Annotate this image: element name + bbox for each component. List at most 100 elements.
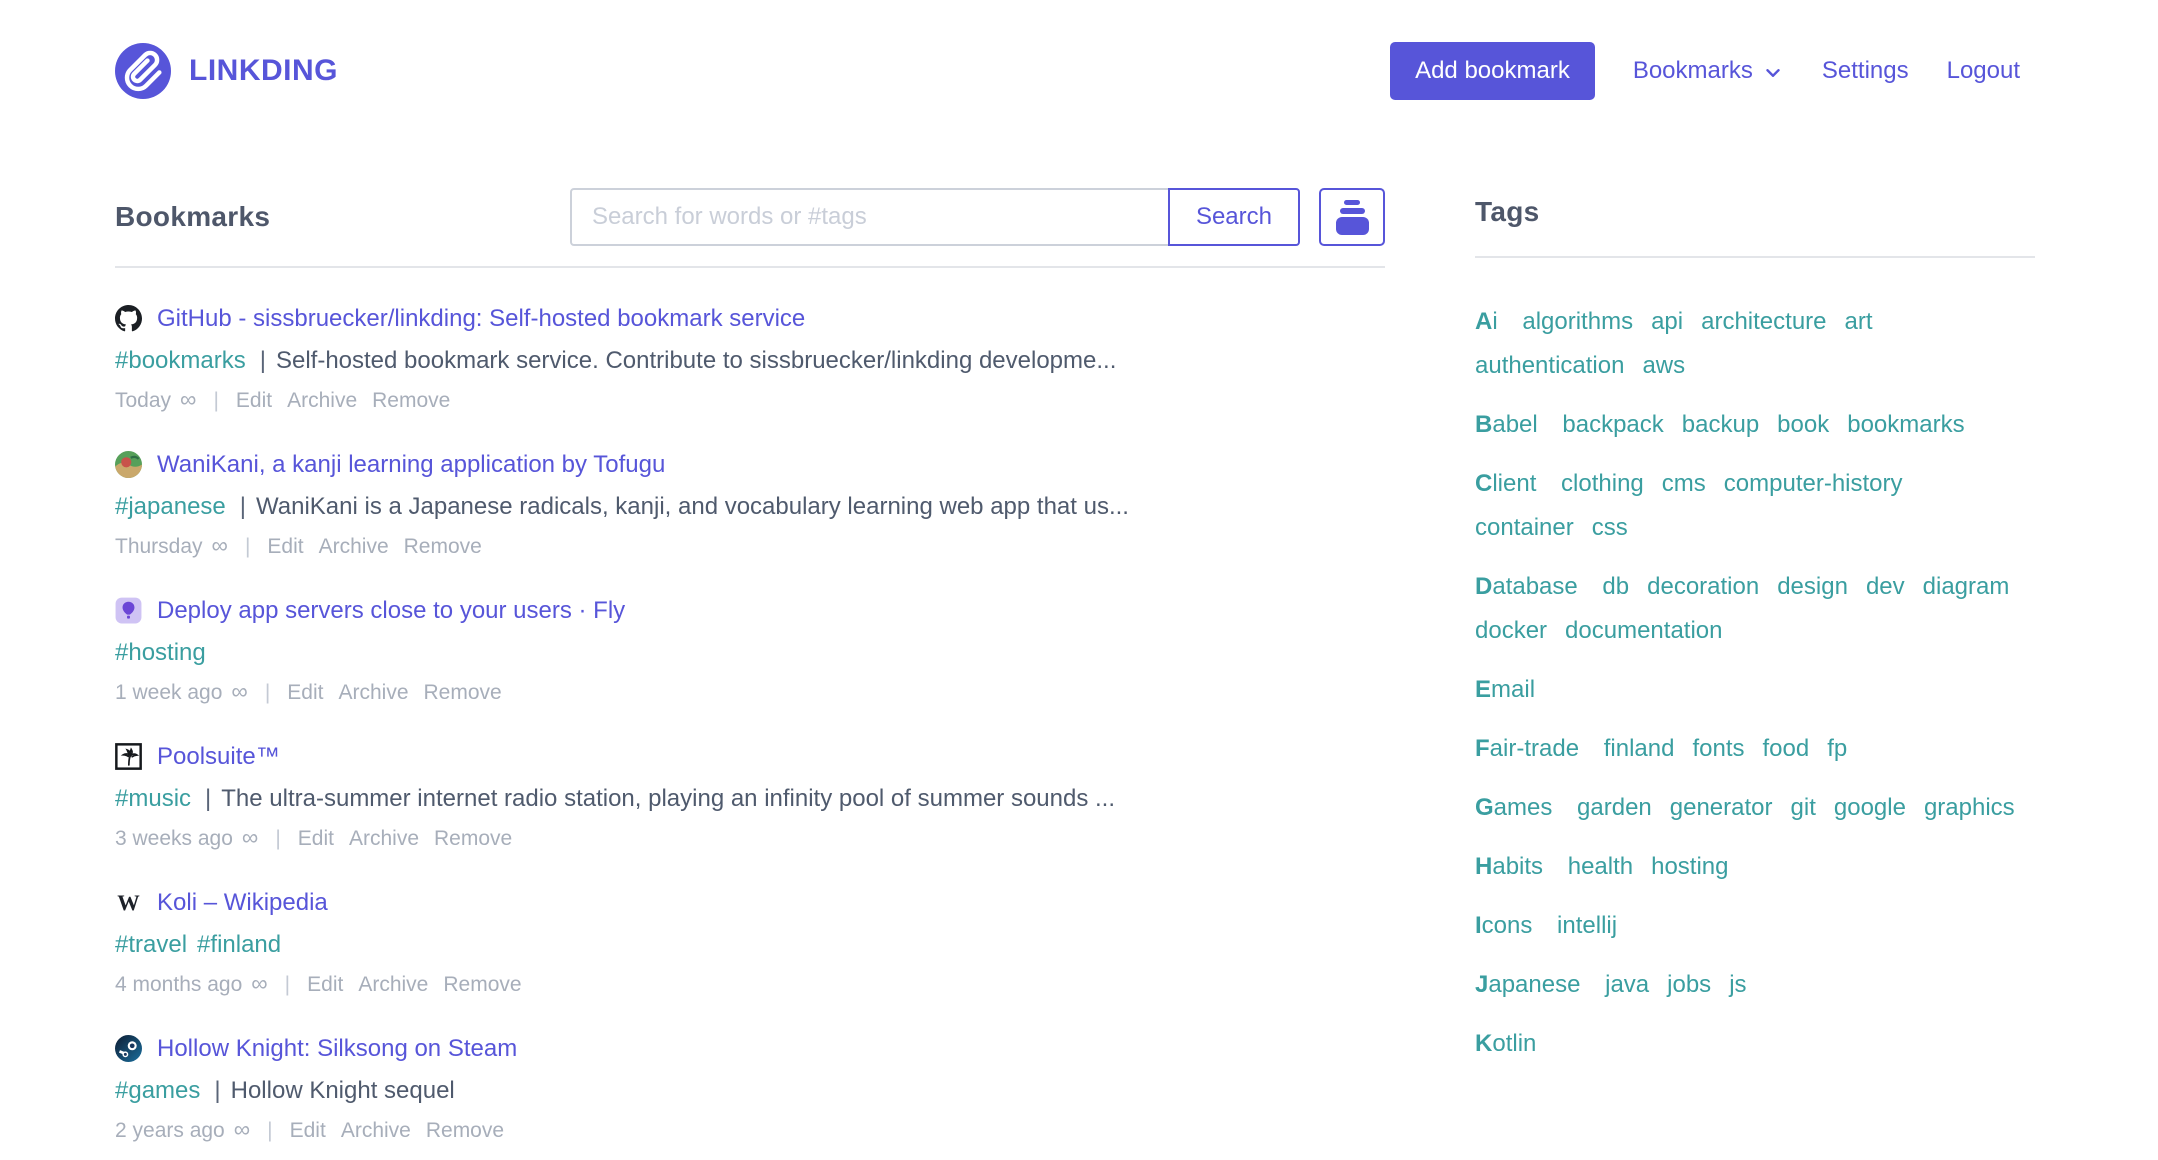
wayback-link[interactable]: ∞: [180, 386, 196, 413]
tag-link[interactable]: Email: [1475, 668, 1535, 712]
wayback-link[interactable]: ∞: [251, 970, 267, 997]
tag-link[interactable]: Client: [1475, 462, 1536, 506]
tag-link[interactable]: js: [1729, 963, 1746, 1007]
tag-link[interactable]: Icons: [1475, 904, 1532, 948]
tag-link[interactable]: Games: [1475, 786, 1552, 830]
tag-link[interactable]: git: [1791, 786, 1816, 830]
bookmark-tag-link[interactable]: #japanese: [115, 493, 226, 520]
tag-link[interactable]: aws: [1642, 344, 1685, 388]
tag-link[interactable]: finland: [1604, 727, 1675, 771]
bookmark-tag-link[interactable]: #hosting: [115, 639, 206, 666]
wayback-link[interactable]: ∞: [242, 824, 258, 851]
bookmark-title-link[interactable]: GitHub - sissbruecker/linkding: Self-hos…: [157, 302, 805, 335]
tag-link[interactable]: documentation: [1565, 609, 1722, 653]
tag-group-initial: F: [1475, 735, 1490, 762]
remove-link[interactable]: Remove: [443, 973, 521, 997]
wayback-link[interactable]: ∞: [212, 532, 228, 559]
edit-link[interactable]: Edit: [307, 973, 343, 997]
search-button[interactable]: Search: [1168, 188, 1300, 246]
tag-link[interactable]: bookmarks: [1847, 403, 1964, 447]
tag-link[interactable]: algorithms: [1522, 300, 1633, 344]
tag-link[interactable]: art: [1845, 300, 1873, 344]
tag-link[interactable]: clothing: [1561, 462, 1644, 506]
nav-settings[interactable]: Settings: [1822, 57, 1909, 85]
bookmark-meta-row: 2 years ago∞|EditArchiveRemove: [115, 1116, 1385, 1143]
tag-link[interactable]: computer-history: [1724, 462, 1903, 506]
archive-link[interactable]: Archive: [319, 535, 389, 559]
tag-link[interactable]: Ai: [1475, 300, 1498, 344]
bookmark-title-link[interactable]: Hollow Knight: Silksong on Steam: [157, 1032, 517, 1065]
tag-link[interactable]: design: [1777, 565, 1848, 609]
tag-link[interactable]: graphics: [1924, 786, 2015, 830]
wayback-link[interactable]: ∞: [231, 678, 247, 705]
tag-link[interactable]: db: [1602, 565, 1629, 609]
remove-link[interactable]: Remove: [372, 389, 450, 413]
divider: [115, 266, 1385, 268]
archived-bookmarks-button[interactable]: [1319, 188, 1385, 246]
bookmark-meta-row: 3 weeks ago∞|EditArchiveRemove: [115, 824, 1385, 851]
brand-name: LINKDING: [189, 54, 338, 88]
bookmark-title-link[interactable]: Deploy app servers close to your users ·…: [157, 594, 625, 627]
edit-link[interactable]: Edit: [290, 1119, 326, 1143]
tag-link[interactable]: docker: [1475, 609, 1547, 653]
tag-link[interactable]: java: [1605, 963, 1649, 1007]
bookmark-tag-link[interactable]: #bookmarks: [115, 347, 246, 374]
tag-link[interactable]: garden: [1577, 786, 1652, 830]
tag-link[interactable]: hosting: [1651, 845, 1728, 889]
tag-link[interactable]: Habits: [1475, 845, 1543, 889]
tag-link[interactable]: Japanese: [1475, 963, 1580, 1007]
edit-link[interactable]: Edit: [287, 681, 323, 705]
tag-link[interactable]: Database: [1475, 565, 1578, 609]
tag-link[interactable]: architecture: [1701, 300, 1826, 344]
edit-link[interactable]: Edit: [267, 535, 303, 559]
tag-link[interactable]: food: [1762, 727, 1809, 771]
tag-group-initial: G: [1475, 794, 1494, 821]
archive-link[interactable]: Archive: [338, 681, 408, 705]
bookmark-tag-link[interactable]: #games: [115, 1077, 200, 1104]
tag-link[interactable]: fp: [1827, 727, 1847, 771]
tag-link[interactable]: decoration: [1647, 565, 1759, 609]
bookmark-title-link[interactable]: WaniKani, a kanji learning application b…: [157, 448, 665, 481]
tag-link[interactable]: fonts: [1692, 727, 1744, 771]
tag-link[interactable]: google: [1834, 786, 1906, 830]
tag-link[interactable]: generator: [1670, 786, 1773, 830]
archive-link[interactable]: Archive: [349, 827, 419, 851]
remove-link[interactable]: Remove: [424, 681, 502, 705]
tag-link[interactable]: api: [1651, 300, 1683, 344]
remove-link[interactable]: Remove: [426, 1119, 504, 1143]
bookmark-tag-link[interactable]: #music: [115, 785, 191, 812]
tag-link[interactable]: backpack: [1562, 403, 1663, 447]
tag-link[interactable]: dev: [1866, 565, 1905, 609]
tag-link[interactable]: Fair-trade: [1475, 727, 1579, 771]
tag-link[interactable]: health: [1568, 845, 1633, 889]
archive-link[interactable]: Archive: [341, 1119, 411, 1143]
wayback-link[interactable]: ∞: [234, 1116, 250, 1143]
brand-link[interactable]: LINKDING: [115, 43, 338, 99]
remove-link[interactable]: Remove: [434, 827, 512, 851]
bookmark-title-link[interactable]: Koli – Wikipedia: [157, 886, 328, 919]
tag-link[interactable]: container: [1475, 506, 1574, 550]
add-bookmark-button[interactable]: Add bookmark: [1390, 42, 1595, 100]
edit-link[interactable]: Edit: [236, 389, 272, 413]
edit-link[interactable]: Edit: [298, 827, 334, 851]
bookmark-title-link[interactable]: Poolsuite™: [157, 740, 280, 773]
tag-link[interactable]: backup: [1682, 403, 1759, 447]
tag-group-initial: H: [1475, 853, 1492, 880]
nav-bookmarks-dropdown[interactable]: Bookmarks: [1633, 57, 1784, 85]
tag-link[interactable]: Kotlin: [1475, 1022, 1536, 1066]
tag-link[interactable]: authentication: [1475, 344, 1624, 388]
archive-link[interactable]: Archive: [287, 389, 357, 413]
tag-link[interactable]: jobs: [1667, 963, 1711, 1007]
search-input[interactable]: [570, 188, 1170, 246]
nav-logout[interactable]: Logout: [1947, 57, 2020, 85]
remove-link[interactable]: Remove: [404, 535, 482, 559]
tag-link[interactable]: css: [1592, 506, 1628, 550]
tag-link[interactable]: diagram: [1923, 565, 2010, 609]
bookmark-tag-link[interactable]: #finland: [197, 931, 281, 958]
tag-link[interactable]: intellij: [1557, 904, 1617, 948]
tag-link[interactable]: Babel: [1475, 403, 1538, 447]
tag-link[interactable]: cms: [1662, 462, 1706, 506]
tag-link[interactable]: book: [1777, 403, 1829, 447]
archive-link[interactable]: Archive: [358, 973, 428, 997]
bookmark-tag-link[interactable]: #travel: [115, 931, 187, 958]
